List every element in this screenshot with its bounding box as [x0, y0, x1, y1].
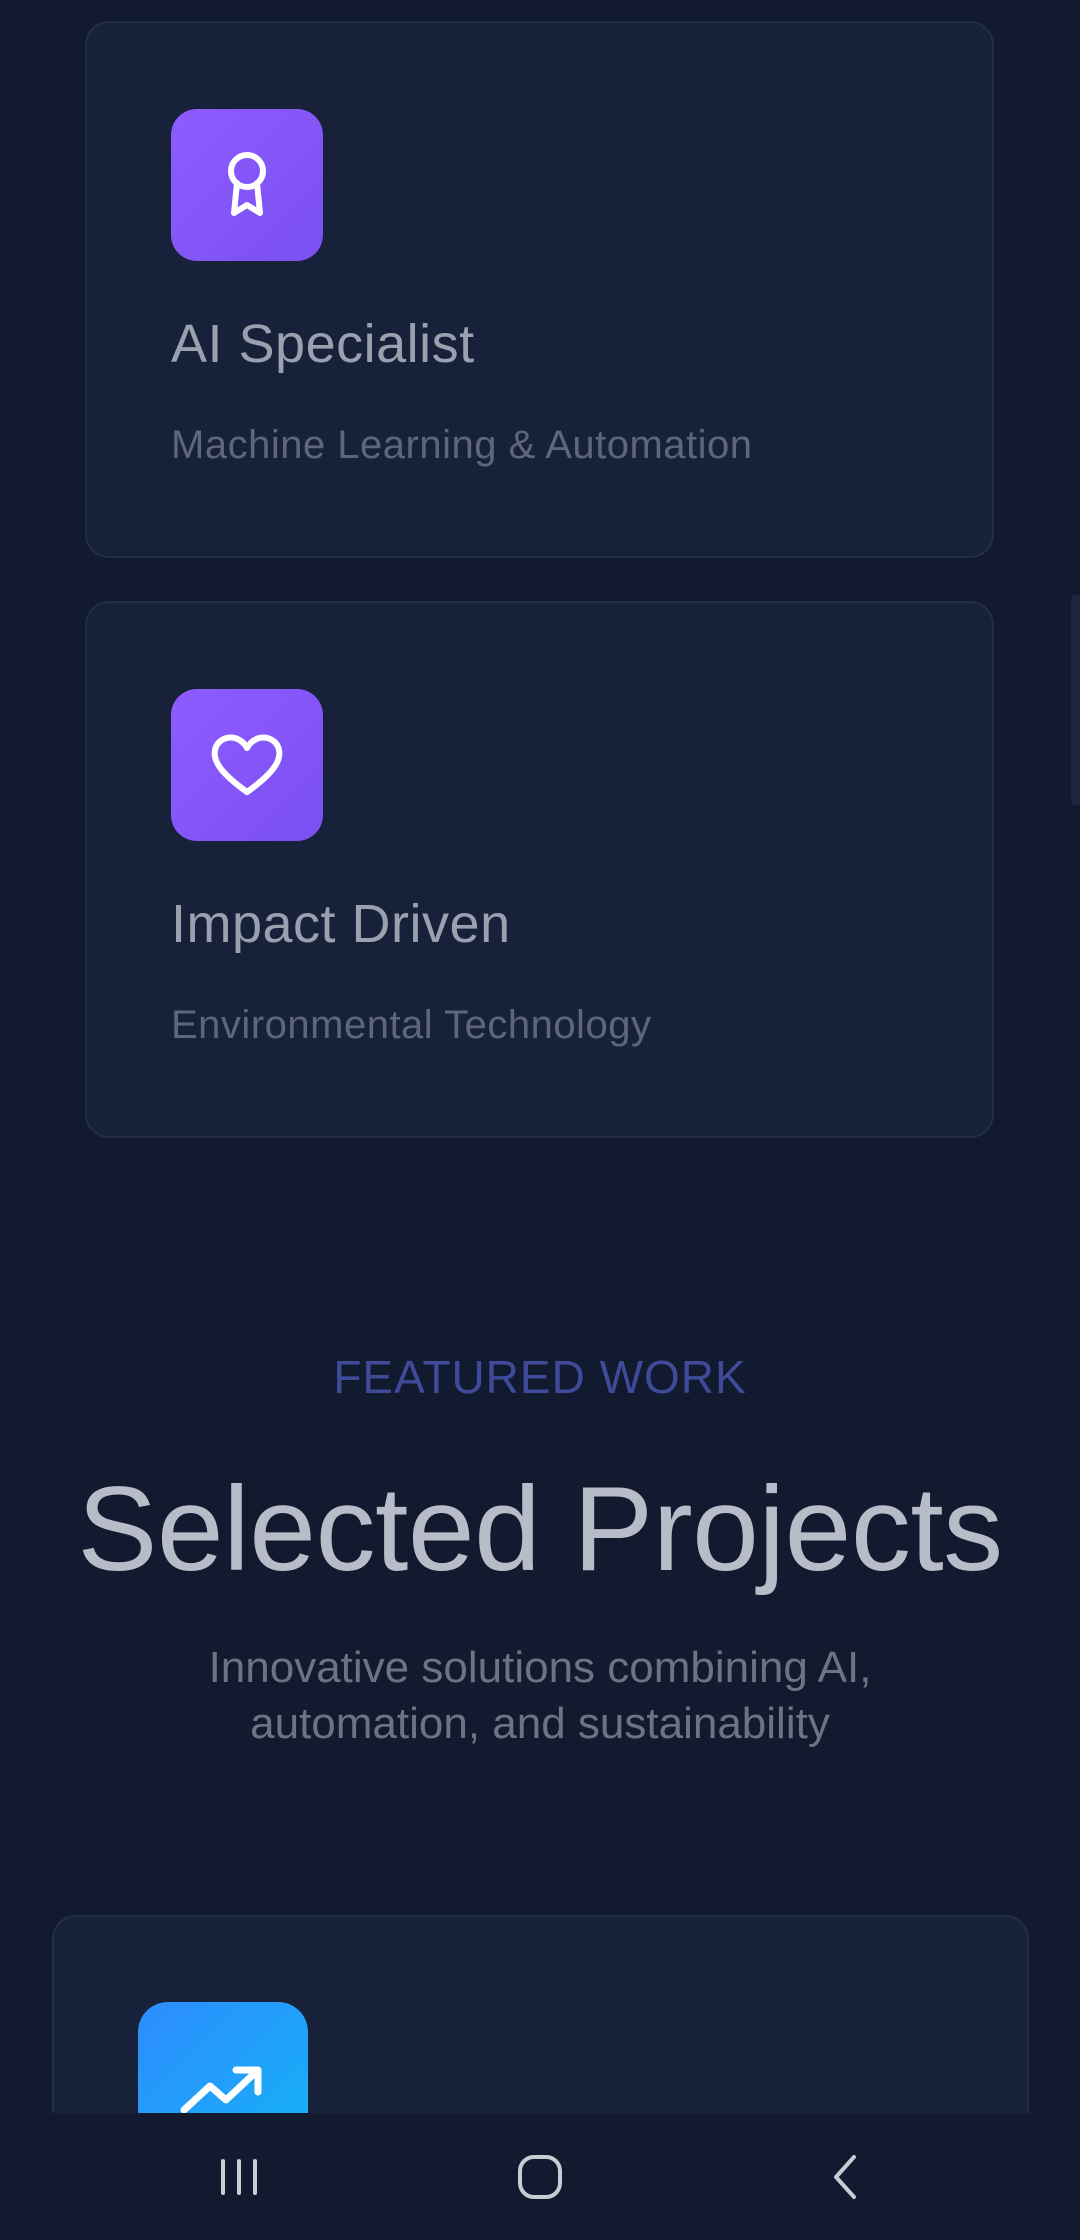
recents-button[interactable]: [169, 2113, 309, 2240]
trending-up-icon: [180, 2066, 262, 2114]
card-title: Impact Driven: [171, 894, 511, 954]
back-button[interactable]: [775, 2113, 915, 2240]
highlight-card-impact-driven: Impact Driven Environmental Technology: [85, 601, 994, 1138]
section-description-text: Innovative solutions combining AI, autom…: [208, 1643, 872, 1748]
page: AI Specialist Machine Learning & Automat…: [0, 0, 1080, 2240]
card-title: AI Specialist: [171, 314, 475, 374]
home-button[interactable]: [470, 2113, 610, 2240]
recents-icon: [221, 2158, 257, 2195]
section-description: Innovative solutions combining AI, autom…: [0, 1640, 1080, 1752]
heart-icon: [211, 734, 283, 795]
card-subtitle: Machine Learning & Automation: [171, 423, 753, 467]
award-icon-tile: [171, 109, 323, 261]
award-icon: [228, 152, 266, 216]
back-icon: [834, 2154, 856, 2199]
heart-icon-tile: [171, 689, 323, 841]
scrollbar-thumb[interactable]: [1071, 595, 1080, 805]
section-title: Selected Projects: [77, 1462, 1003, 1596]
highlight-card-ai-specialist: AI Specialist Machine Learning & Automat…: [85, 21, 994, 558]
card-subtitle: Environmental Technology: [171, 1003, 652, 1047]
home-icon: [518, 2154, 562, 2199]
section-eyebrow: FEATURED WORK: [333, 1351, 747, 1403]
system-navigation-bar: [0, 2113, 1080, 2240]
